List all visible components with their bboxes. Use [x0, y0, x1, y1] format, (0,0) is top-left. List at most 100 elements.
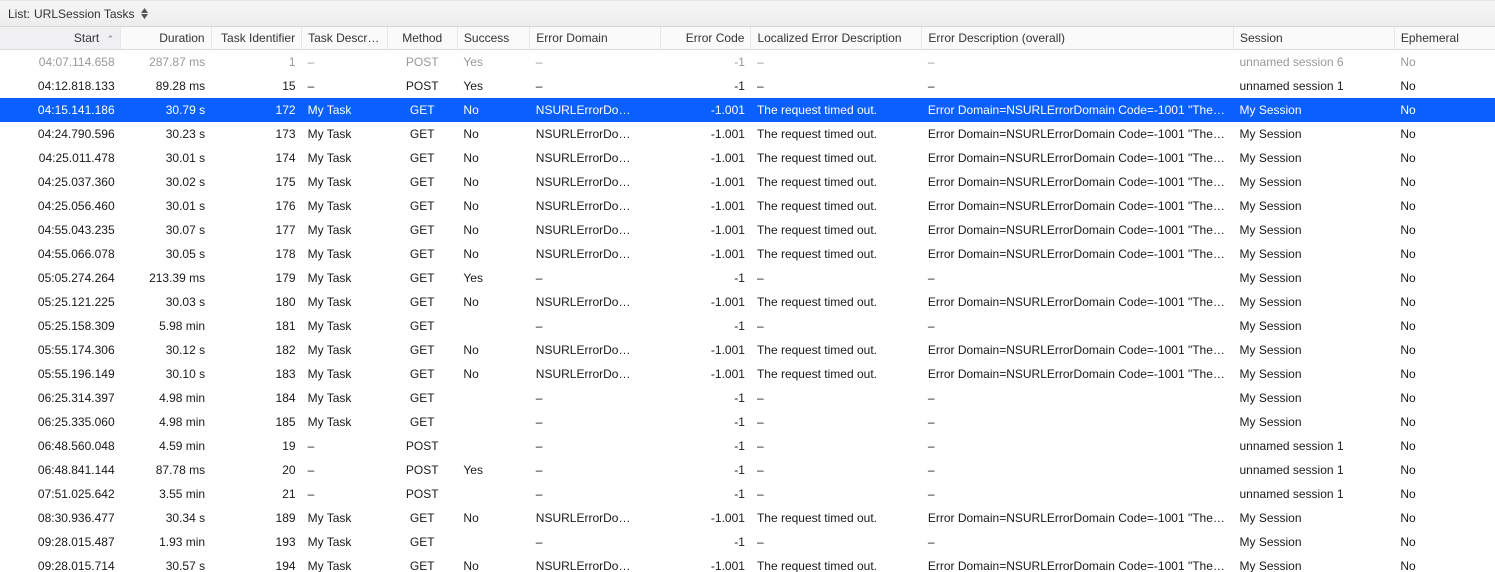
- cell-locDesc: –: [751, 386, 922, 410]
- cell-errDesc: Error Domain=NSURLErrorDomain Code=-1001…: [922, 146, 1234, 170]
- table-row[interactable]: 04:25.011.47830.01 s174My TaskGETNoNSURL…: [0, 146, 1495, 170]
- table-row[interactable]: 04:07.114.658287.87 ms1–POSTYes–-1––unna…: [0, 50, 1495, 75]
- table-row[interactable]: 04:25.056.46030.01 s176My TaskGETNoNSURL…: [0, 194, 1495, 218]
- cell-method: GET: [387, 218, 457, 242]
- cell-errCode: -1: [660, 74, 750, 98]
- cell-duration: 30.34 s: [121, 506, 211, 530]
- cell-taskDesc: –: [302, 50, 387, 75]
- cell-errDesc: –: [922, 314, 1234, 338]
- cell-method: POST: [387, 50, 457, 75]
- col-duration[interactable]: Duration: [121, 27, 211, 50]
- col-start[interactable]: Start ⌃: [0, 27, 121, 50]
- col-error-domain[interactable]: Error Domain: [530, 27, 661, 50]
- cell-method: POST: [387, 482, 457, 506]
- list-selector[interactable]: List: URLSession Tasks: [8, 7, 148, 21]
- cell-errDesc: Error Domain=NSURLErrorDomain Code=-1001…: [922, 362, 1234, 386]
- col-success[interactable]: Success: [457, 27, 529, 50]
- table-row[interactable]: 04:12.818.13389.28 ms15–POSTYes–-1––unna…: [0, 74, 1495, 98]
- cell-errDomain: NSURLErrorDo…: [530, 98, 661, 122]
- cell-ephemeral: No: [1394, 74, 1495, 98]
- col-session[interactable]: Session: [1234, 27, 1395, 50]
- cell-locDesc: –: [751, 50, 922, 75]
- cell-ephemeral: No: [1394, 506, 1495, 530]
- cell-errDomain: NSURLErrorDo…: [530, 194, 661, 218]
- cell-duration: 30.79 s: [121, 98, 211, 122]
- cell-method: GET: [387, 506, 457, 530]
- table-row[interactable]: 09:28.015.71430.57 s194My TaskGETNoNSURL…: [0, 554, 1495, 572]
- cell-locDesc: The request timed out.: [751, 554, 922, 572]
- col-error-desc[interactable]: Error Description (overall): [922, 27, 1234, 50]
- cell-errDomain: NSURLErrorDo…: [530, 338, 661, 362]
- cell-success: Yes: [457, 50, 529, 75]
- cell-session: My Session: [1234, 170, 1395, 194]
- cell-duration: 3.55 min: [121, 482, 211, 506]
- cell-method: GET: [387, 290, 457, 314]
- cell-errDesc: Error Domain=NSURLErrorDomain Code=-1001…: [922, 338, 1234, 362]
- cell-errDomain: NSURLErrorDo…: [530, 170, 661, 194]
- cell-method: POST: [387, 434, 457, 458]
- cell-session: My Session: [1234, 194, 1395, 218]
- cell-ephemeral: No: [1394, 554, 1495, 572]
- table-row[interactable]: 05:05.274.264213.39 ms179My TaskGETYes–-…: [0, 266, 1495, 290]
- table-row[interactable]: 04:25.037.36030.02 s175My TaskGETNoNSURL…: [0, 170, 1495, 194]
- cell-session: unnamed session 1: [1234, 482, 1395, 506]
- cell-start: 04:55.066.078: [0, 242, 121, 266]
- table-row[interactable]: 05:25.121.22530.03 s180My TaskGETNoNSURL…: [0, 290, 1495, 314]
- table-scroll[interactable]: Start ⌃ Duration Task Identifier Task De…: [0, 27, 1495, 572]
- cell-duration: 287.87 ms: [121, 50, 211, 75]
- cell-taskDesc: My Task: [302, 194, 387, 218]
- table-row[interactable]: 05:25.158.3095.98 min181My TaskGET–-1––M…: [0, 314, 1495, 338]
- cell-duration: 89.28 ms: [121, 74, 211, 98]
- cell-errDomain: NSURLErrorDo…: [530, 146, 661, 170]
- cell-errDesc: –: [922, 266, 1234, 290]
- cell-locDesc: The request timed out.: [751, 122, 922, 146]
- cell-success: [457, 482, 529, 506]
- cell-errDesc: Error Domain=NSURLErrorDomain Code=-1001…: [922, 218, 1234, 242]
- table-row[interactable]: 09:28.015.4871.93 min193My TaskGET–-1––M…: [0, 530, 1495, 554]
- cell-taskId: 194: [211, 554, 301, 572]
- table-row[interactable]: 05:55.196.14930.10 s183My TaskGETNoNSURL…: [0, 362, 1495, 386]
- cell-taskId: 176: [211, 194, 301, 218]
- table-row[interactable]: 06:48.841.14487.78 ms20–POSTYes–-1––unna…: [0, 458, 1495, 482]
- cell-taskDesc: My Task: [302, 122, 387, 146]
- table-row[interactable]: 04:55.066.07830.05 s178My TaskGETNoNSURL…: [0, 242, 1495, 266]
- cell-ephemeral: No: [1394, 98, 1495, 122]
- cell-session: My Session: [1234, 314, 1395, 338]
- cell-errCode: -1.001: [660, 338, 750, 362]
- table-row[interactable]: 06:25.314.3974.98 min184My TaskGET–-1––M…: [0, 386, 1495, 410]
- table-row[interactable]: 05:55.174.30630.12 s182My TaskGETNoNSURL…: [0, 338, 1495, 362]
- cell-errDesc: Error Domain=NSURLErrorDomain Code=-1001…: [922, 506, 1234, 530]
- cell-method: GET: [387, 362, 457, 386]
- col-task-id[interactable]: Task Identifier: [211, 27, 301, 50]
- col-error-code[interactable]: Error Code: [660, 27, 750, 50]
- cell-success: No: [457, 290, 529, 314]
- tasks-table: Start ⌃ Duration Task Identifier Task De…: [0, 27, 1495, 572]
- table-row[interactable]: 06:25.335.0604.98 min185My TaskGET–-1––M…: [0, 410, 1495, 434]
- col-task-desc[interactable]: Task Descri…: [302, 27, 387, 50]
- cell-locDesc: The request timed out.: [751, 146, 922, 170]
- table-row[interactable]: 08:30.936.47730.34 s189My TaskGETNoNSURL…: [0, 506, 1495, 530]
- cell-session: unnamed session 1: [1234, 74, 1395, 98]
- table-row[interactable]: 04:15.141.18630.79 s172My TaskGETNoNSURL…: [0, 98, 1495, 122]
- cell-session: My Session: [1234, 530, 1395, 554]
- cell-success: [457, 410, 529, 434]
- cell-method: GET: [387, 122, 457, 146]
- cell-ephemeral: No: [1394, 530, 1495, 554]
- table-row[interactable]: 07:51.025.6423.55 min21–POST–-1––unnamed…: [0, 482, 1495, 506]
- table-row[interactable]: 06:48.560.0484.59 min19–POST–-1––unnamed…: [0, 434, 1495, 458]
- table-row[interactable]: 04:24.790.59630.23 s173My TaskGETNoNSURL…: [0, 122, 1495, 146]
- table-row[interactable]: 04:55.043.23530.07 s177My TaskGETNoNSURL…: [0, 218, 1495, 242]
- cell-taskId: 173: [211, 122, 301, 146]
- cell-ephemeral: No: [1394, 458, 1495, 482]
- col-localized-desc[interactable]: Localized Error Description: [751, 27, 922, 50]
- cell-taskId: 177: [211, 218, 301, 242]
- col-ephemeral[interactable]: Ephemeral: [1394, 27, 1495, 50]
- cell-success: No: [457, 506, 529, 530]
- cell-ephemeral: No: [1394, 146, 1495, 170]
- col-method[interactable]: Method: [387, 27, 457, 50]
- cell-errDomain: –: [530, 458, 661, 482]
- cell-locDesc: The request timed out.: [751, 338, 922, 362]
- cell-locDesc: –: [751, 482, 922, 506]
- cell-taskDesc: My Task: [302, 362, 387, 386]
- cell-taskId: 183: [211, 362, 301, 386]
